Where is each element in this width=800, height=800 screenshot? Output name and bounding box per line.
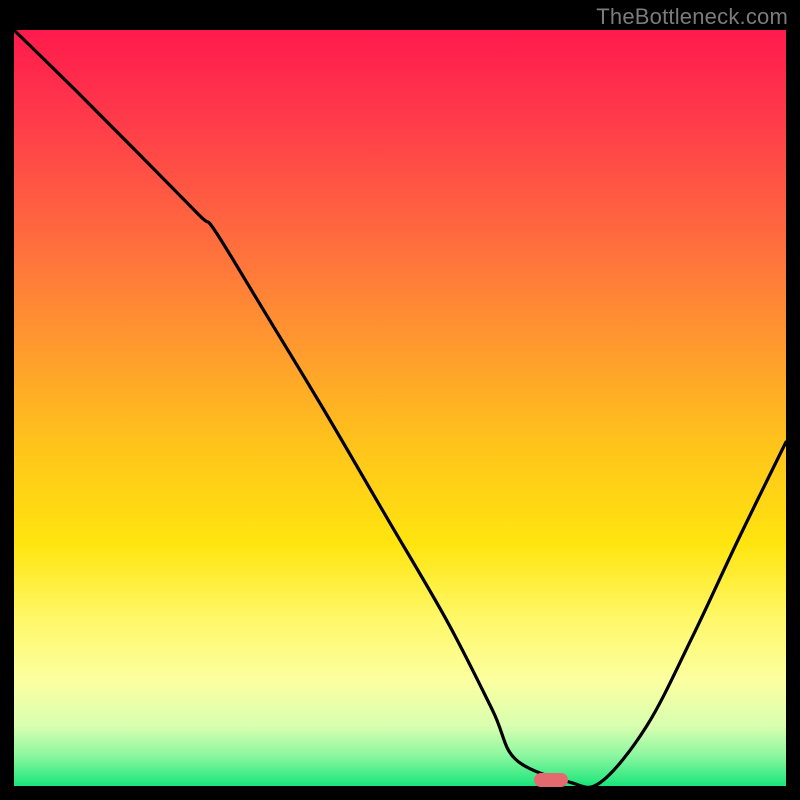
- chart-curve: [14, 30, 786, 786]
- optimal-point-marker: [534, 773, 568, 787]
- bottleneck-curve-path: [14, 30, 786, 786]
- chart-frame: [14, 30, 786, 786]
- watermark-text: TheBottleneck.com: [596, 4, 788, 30]
